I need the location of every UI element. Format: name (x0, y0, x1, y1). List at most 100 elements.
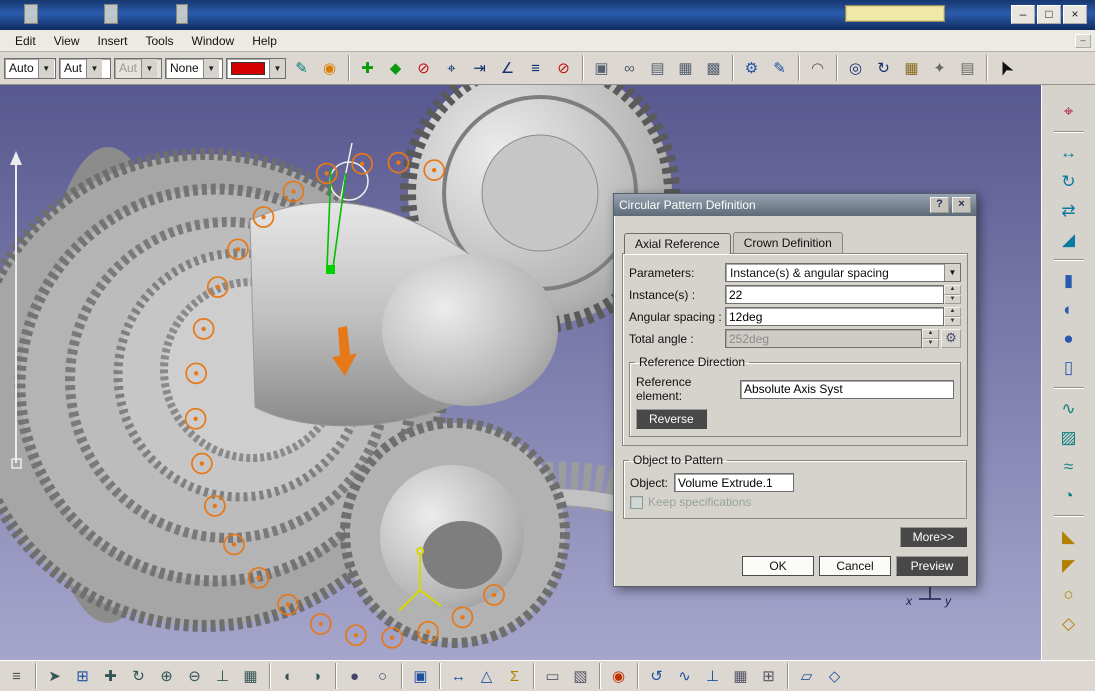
symmetry-icon[interactable]: ⇄ (1056, 198, 1081, 222)
maximize-button[interactable]: □ (1037, 5, 1061, 24)
menu-edit[interactable]: Edit (6, 31, 45, 51)
instances-input[interactable] (725, 285, 944, 304)
knowledge-gear-icon[interactable]: ⚙ (739, 55, 764, 81)
sweep-icon[interactable]: ∿ (1056, 396, 1081, 420)
dialog-close-button[interactable]: × (952, 197, 971, 213)
titlebar[interactable]: – □ × (0, 0, 1095, 30)
catalog-icon[interactable]: ▤ (955, 55, 980, 81)
paste-format-icon[interactable]: ▣ (589, 55, 614, 81)
angular-spin-down[interactable]: ▼ (944, 316, 961, 326)
color-swatch-combo[interactable]: ▼ (226, 57, 286, 79)
work-grid-icon[interactable]: ▦ (728, 663, 753, 689)
menu-insert[interactable]: Insert (88, 31, 136, 51)
axis-line-icon[interactable]: ⊥ (700, 663, 725, 689)
chevron-down-icon[interactable]: ▼ (269, 58, 285, 78)
named-views-icon[interactable]: ▦ (899, 55, 924, 81)
chevron-down-icon[interactable]: ▼ (202, 58, 219, 78)
instances-spin-down[interactable]: ▼ (944, 294, 961, 304)
mass-properties-icon[interactable]: Σ (502, 663, 527, 689)
angular-spin-up[interactable]: ▲ (944, 307, 961, 317)
none-combo[interactable]: None ▼ (165, 57, 223, 79)
zoom-out-icon[interactable]: ⊖ (182, 663, 207, 689)
fill-surface-icon[interactable]: ▨ (1056, 425, 1081, 449)
instances-spin-up[interactable]: ▲ (944, 285, 961, 295)
snap-to-grid-icon[interactable]: ⊞ (756, 663, 781, 689)
render-style-icon[interactable]: ✦ (927, 55, 952, 81)
zoom-in-icon[interactable]: ⊕ (154, 663, 179, 689)
cancel-button[interactable]: Cancel (819, 556, 891, 576)
revolve-icon[interactable]: ◐ (1056, 297, 1081, 321)
quick-hide-show-icon[interactable]: ◐ (276, 663, 301, 689)
snap-line-icon[interactable]: ⇥ (467, 55, 492, 81)
zoom-area-icon[interactable]: ◎ (843, 55, 868, 81)
snap-point-icon[interactable]: ⌖ (439, 55, 464, 81)
minimize-button[interactable]: – (1011, 5, 1035, 24)
extrude-icon[interactable]: ▮ (1056, 268, 1081, 292)
fly-mode-icon[interactable]: ➤ (42, 663, 67, 689)
helix-icon[interactable]: ∿ (672, 663, 697, 689)
normal-view-icon[interactable]: ⊥ (210, 663, 235, 689)
menu-tools[interactable]: Tools (137, 31, 183, 51)
measure-item-icon[interactable]: △ (474, 663, 499, 689)
chevron-down-icon[interactable]: ▼ (37, 58, 54, 78)
arc-tool-icon[interactable]: ◠ (805, 55, 830, 81)
pan-compass-icon[interactable]: ✚ (355, 55, 380, 81)
menu-window[interactable]: Window (183, 31, 244, 51)
close-button[interactable]: × (1063, 5, 1087, 24)
rotate-feature-icon[interactable]: ↻ (1056, 169, 1081, 193)
graphic-properties-icon[interactable]: ✎ (289, 55, 314, 81)
multi-view-icon[interactable]: ▦ (238, 663, 263, 689)
spiral-icon[interactable]: ↺ (644, 663, 669, 689)
menu-view[interactable]: View (45, 31, 89, 51)
select-cursor-icon[interactable]: ➤ (988, 51, 1022, 85)
pan-icon[interactable]: ✚ (98, 663, 123, 689)
tab-axial-reference[interactable]: Axial Reference (624, 233, 731, 254)
reference-element-input[interactable] (740, 379, 954, 399)
cylinder-icon[interactable]: ▯ (1056, 355, 1081, 379)
no-snap-icon[interactable]: ⊘ (551, 55, 576, 81)
parameters-dropdown[interactable]: Instance(s) & angular spacing ▼ (725, 263, 961, 282)
menu-help[interactable]: Help (243, 31, 286, 51)
wireframe-toggle-icon[interactable]: ▭ (540, 663, 565, 689)
copy-view-icon[interactable]: ▤ (645, 55, 670, 81)
preview-button[interactable]: Preview (896, 556, 968, 576)
tab-crown-definition[interactable]: Crown Definition (732, 232, 843, 253)
more-button[interactable]: More>> (899, 527, 967, 547)
blend-icon[interactable]: ◔ (1056, 483, 1081, 507)
fit-all-in-icon[interactable]: ⊞ (70, 663, 95, 689)
chevron-down-icon[interactable]: ▼ (86, 58, 103, 78)
shading-icon[interactable]: ● (342, 663, 367, 689)
rotate-3d-icon[interactable]: ↻ (126, 663, 151, 689)
blue-grid-icon[interactable]: ▣ (408, 663, 433, 689)
translate-icon[interactable]: ↔ (1056, 140, 1081, 164)
axis-system-icon[interactable]: ⌖ (1056, 99, 1081, 123)
no-compass-icon[interactable]: ⊘ (411, 55, 436, 81)
depth-effect-icon[interactable]: ▧ (568, 663, 593, 689)
dialog-help-button[interactable]: ? (930, 197, 949, 213)
multi-sections-icon[interactable]: ≈ (1056, 454, 1081, 478)
hide-show-icon[interactable]: ◑ (304, 663, 329, 689)
dialog-titlebar[interactable]: Circular Pattern Definition ? × (614, 194, 976, 216)
reverse-button[interactable]: Reverse (636, 409, 707, 429)
ok-button[interactable]: OK (742, 556, 814, 576)
plane-icon[interactable]: ▱ (794, 663, 819, 689)
sphere-icon[interactable]: ● (1056, 326, 1081, 350)
object-input[interactable] (674, 473, 794, 492)
auto-combo[interactable]: Auto ▼ (4, 57, 56, 79)
datum-grid-icon[interactable]: ▦ (673, 55, 698, 81)
scale-icon[interactable]: ◢ (1056, 227, 1081, 251)
point-icon[interactable]: ◇ (822, 663, 847, 689)
link-window-icon[interactable]: ∞ (617, 55, 642, 81)
chevron-down-icon[interactable]: ▼ (944, 264, 960, 281)
power-input-icon[interactable]: ◉ (606, 663, 631, 689)
trim-icon[interactable]: ◤ (1056, 553, 1081, 577)
boundary-icon[interactable]: ○ (1056, 582, 1081, 606)
measure-list-icon[interactable]: ≡ (523, 55, 548, 81)
chain-select-icon[interactable]: ▩ (701, 55, 726, 81)
wireframe-icon[interactable]: ○ (370, 663, 395, 689)
menubar-overflow-button[interactable]: – (1075, 33, 1091, 48)
rotate-compass-icon[interactable]: ◆ (383, 55, 408, 81)
measure-between-icon[interactable]: ↔ (446, 663, 471, 689)
painter-icon[interactable]: ◉ (317, 55, 342, 81)
titlebar-highlight-field[interactable] (845, 5, 945, 22)
